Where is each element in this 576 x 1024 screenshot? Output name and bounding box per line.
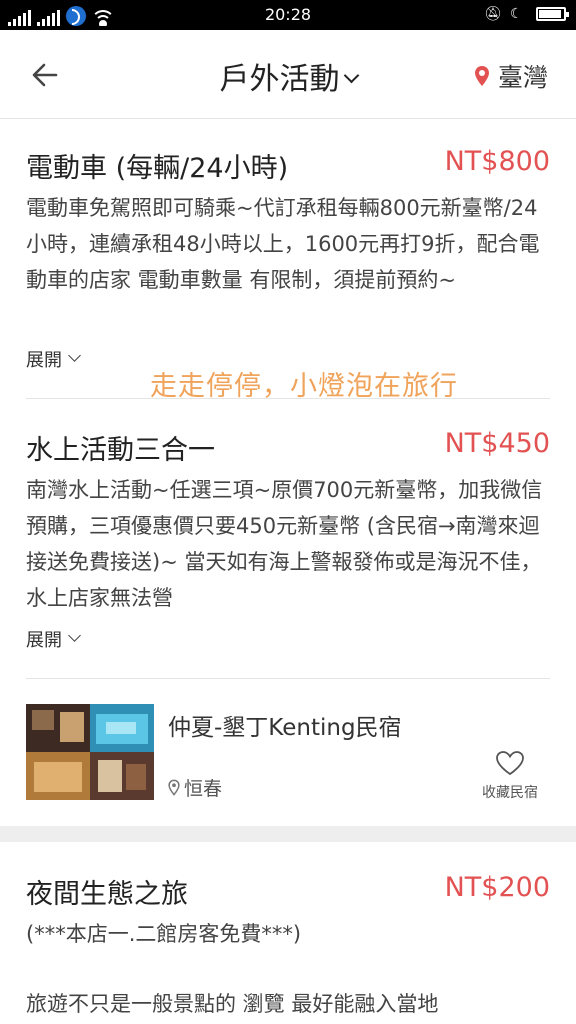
activity-card[interactable]: 水上活動三合一 NT$450 南灣水上活動~任選三項~原價700元新臺幣，加我微… <box>26 428 550 668</box>
activity-price: NT$800 <box>444 146 550 177</box>
moon-icon: ☾ <box>510 6 523 22</box>
expand-label: 展開 <box>26 630 62 651</box>
activity-price: NT$200 <box>444 872 550 903</box>
map-pin-icon <box>168 779 180 796</box>
status-bar: 20:28 🔕︎ ☾ <box>0 0 576 30</box>
lodging-name[interactable]: 仲夏-墾丁Kenting民宿 <box>168 708 402 742</box>
chevron-down-icon <box>68 628 81 642</box>
activity-description: 旅遊不只是一般景點的 瀏覽 最好能融入當地 <box>26 992 439 1016</box>
lodging-location-label: 恒春 <box>184 778 223 800</box>
heart-icon <box>496 751 524 776</box>
chevron-down-icon <box>68 348 81 362</box>
activity-description: 電動車免駕照即可騎乘~代訂承租每輛800元新臺幣/24小時，連續承租48小時以上… <box>26 196 540 292</box>
battery-icon <box>536 7 569 21</box>
activity-title: 夜間生態之旅 <box>26 879 188 910</box>
map-pin-icon <box>474 66 489 86</box>
expand-label: 展開 <box>26 350 62 371</box>
section-separator <box>0 826 576 842</box>
activity-description: (***本店一.二館房客免費***) <box>26 922 302 946</box>
divider <box>26 398 550 399</box>
divider <box>26 678 550 679</box>
expand-button[interactable]: 展開 <box>26 626 81 652</box>
mute-icon: 🔕︎ <box>484 6 502 22</box>
activity-description: 南灣水上活動~任選三項~原價700元新臺幣，加我微信預購，三項優惠價只要450元… <box>26 478 543 610</box>
activity-price: NT$450 <box>444 428 550 459</box>
app-header: 戶外活動 臺灣 <box>0 30 576 119</box>
location-selector[interactable]: 臺灣 <box>474 58 548 94</box>
activity-title: 電動車 (每輛/24小時) <box>26 153 289 184</box>
expand-button[interactable]: 展開 <box>26 346 81 372</box>
location-label: 臺灣 <box>497 63 548 92</box>
chevron-down-icon <box>343 67 359 84</box>
favorite-button[interactable]: 收藏民宿 <box>472 750 548 802</box>
page-title: 戶外活動 <box>219 62 340 97</box>
activity-card[interactable]: 夜間生態之旅 NT$200 (***本店一.二館房客免費***) 旅遊不只是一般… <box>26 872 550 1024</box>
lodging-location: 恒春 <box>168 774 222 801</box>
favorite-label: 收藏民宿 <box>482 785 538 801</box>
activity-card[interactable]: 電動車 (每輛/24小時) NT$800 電動車免駕照即可騎乘~代訂承租每輛80… <box>26 146 550 386</box>
lodging-photo[interactable] <box>26 704 154 800</box>
activity-title: 水上活動三合一 <box>26 435 215 466</box>
